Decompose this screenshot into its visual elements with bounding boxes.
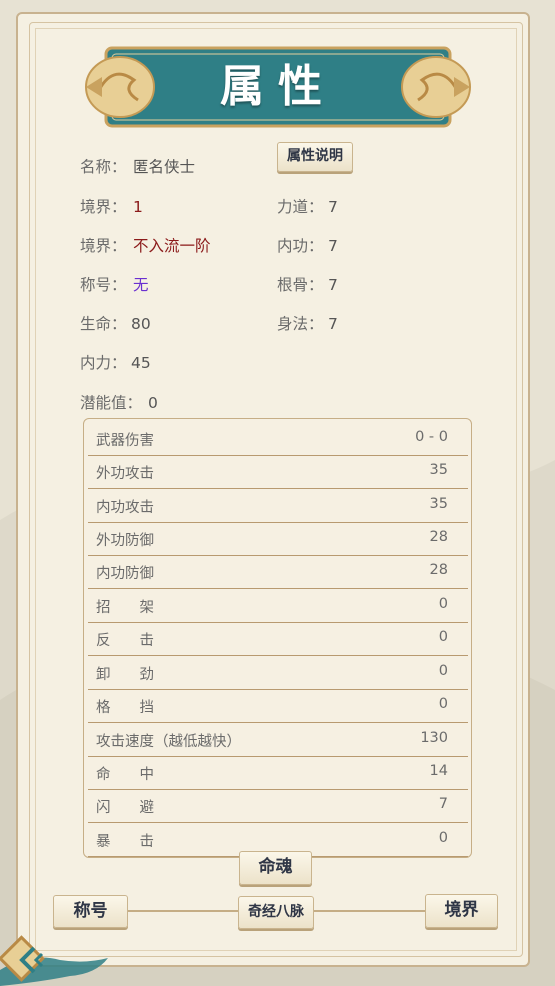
back-arrow-icon[interactable] (0, 930, 110, 986)
title-button[interactable]: 称号 (53, 895, 128, 928)
stat-row-external-attack: 外功攻击 35 (88, 456, 468, 489)
stat-row-block: 格 挡 0 (88, 690, 468, 723)
stat-name: 闪 避 (96, 800, 154, 816)
mp-label: 内力： (80, 354, 127, 372)
strength-label: 力道： (277, 198, 324, 216)
internal-value: 7 (328, 237, 338, 255)
name-value: 匿名侠士 (133, 158, 196, 176)
realm-button[interactable]: 境界 (425, 894, 498, 928)
realm-stage-value: 不入流一阶 (133, 237, 211, 255)
stat-row-hit: 命 中 14 (88, 757, 468, 790)
stat-name: 格 挡 (96, 700, 154, 716)
stat-value: 0 - 0 (415, 429, 448, 445)
mp-value: 45 (131, 354, 151, 372)
internal-label: 内功： (277, 237, 324, 255)
stat-value: 0 (438, 696, 448, 712)
stat-name: 招 架 (96, 600, 154, 616)
bone-value: 7 (328, 276, 338, 294)
stat-row-deflect: 卸 劲 0 (88, 657, 468, 690)
stat-row-weapon-damage: 武器伤害 0 - 0 (88, 423, 468, 456)
stat-row-parry: 招 架 0 (88, 590, 468, 623)
stat-value: 0 (438, 663, 448, 679)
meridian-button[interactable]: 奇经八脉 (238, 896, 314, 929)
realm-label: 境界： (80, 198, 127, 216)
stat-row-internal-defense: 内功防御 28 (88, 556, 468, 589)
stat-value: 0 (438, 596, 448, 612)
stat-name: 外功攻击 (96, 466, 154, 482)
stat-value: 7 (438, 796, 448, 812)
stat-value: 130 (420, 730, 448, 746)
stat-value: 0 (438, 830, 448, 846)
stat-value: 35 (429, 462, 448, 478)
attribute-explain-button[interactable]: 属性说明 (277, 142, 353, 172)
stat-name: 外功防御 (96, 533, 154, 549)
stat-name: 命 中 (96, 767, 154, 783)
stat-row-counter: 反 击 0 (88, 623, 468, 656)
stat-name: 攻击速度（越低越快） (96, 734, 241, 750)
stat-row-dodge: 闪 避 7 (88, 790, 468, 823)
page-title: 属性 (220, 61, 336, 112)
stat-value: 0 (438, 629, 448, 645)
name-label: 名称： (80, 158, 127, 176)
stat-name: 武器伤害 (96, 433, 154, 449)
strength-value: 7 (328, 198, 338, 216)
stat-value: 35 (429, 496, 448, 512)
potential-value: 0 (148, 394, 158, 412)
stat-row-internal-attack: 内功攻击 35 (88, 490, 468, 523)
stat-value: 28 (429, 529, 448, 545)
bone-label: 根骨： (277, 276, 324, 294)
stat-name: 暴 击 (96, 834, 154, 850)
realm-value: 1 (133, 198, 143, 216)
soul-button[interactable]: 命魂 (239, 851, 312, 885)
stat-name: 内功防御 (96, 566, 154, 582)
stat-name: 卸 劲 (96, 667, 154, 683)
stat-row-attack-speed: 攻击速度（越低越快） 130 (88, 724, 468, 757)
realm-stage-label: 境界： (80, 237, 127, 255)
potential-label: 潜能值： (80, 394, 143, 412)
hp-label: 生命： (80, 315, 127, 333)
stat-value: 28 (429, 562, 448, 578)
stat-value: 14 (429, 763, 448, 779)
agility-label: 身法： (277, 315, 324, 333)
title-value: 无 (133, 276, 149, 294)
stat-name: 内功攻击 (96, 500, 154, 516)
stat-row-external-defense: 外功防御 28 (88, 523, 468, 556)
stat-name: 反 击 (96, 633, 154, 649)
hp-value: 80 (131, 315, 151, 333)
title-label: 称号： (80, 276, 127, 294)
agility-value: 7 (328, 315, 338, 333)
